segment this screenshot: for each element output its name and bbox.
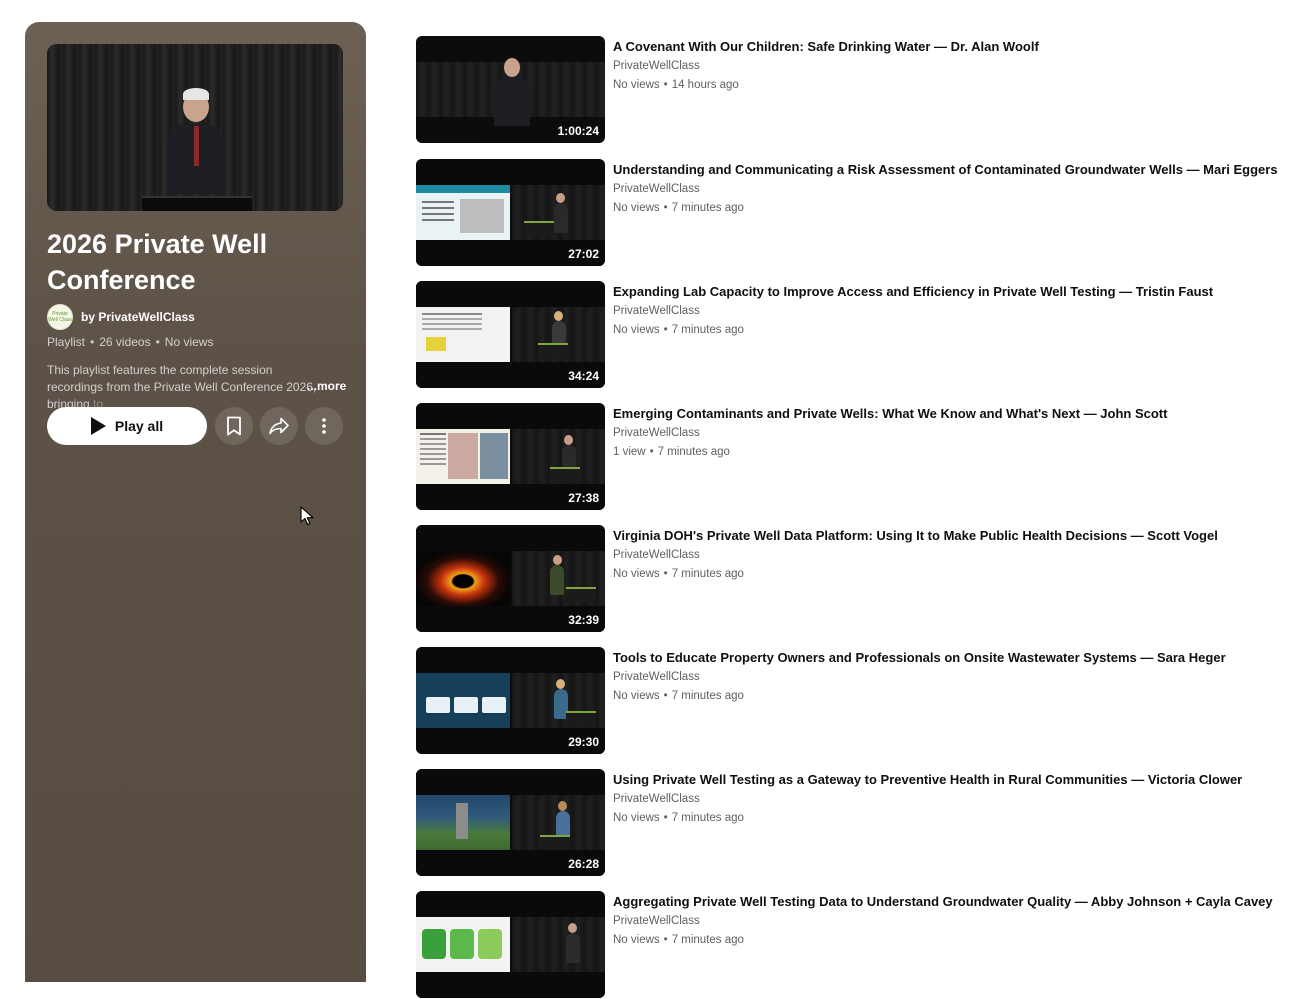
video-title[interactable]: Tools to Educate Property Owners and Pro…: [613, 650, 1273, 666]
video-duration: 32:39: [568, 613, 599, 627]
video-channel[interactable]: PrivateWellClass: [613, 304, 1273, 318]
share-icon: [269, 417, 289, 435]
share-button[interactable]: [260, 407, 298, 445]
video-item[interactable]: 1:00:24 A Covenant With Our Children: Sa…: [416, 36, 1276, 144]
video-item[interactable]: 29:30 Tools to Educate Property Owners a…: [416, 647, 1276, 755]
video-meta: No views • 14 hours ago: [613, 79, 739, 91]
video-channel[interactable]: PrivateWellClass: [613, 914, 1273, 928]
play-icon: [90, 417, 106, 435]
video-meta: No views • 7 minutes ago: [613, 934, 744, 946]
video-channel[interactable]: PrivateWellClass: [613, 792, 1273, 806]
more-vertical-icon: [322, 418, 326, 434]
description-more-link[interactable]: ...more: [307, 379, 346, 393]
video-item[interactable]: 27:02 Understanding and Communicating a …: [416, 159, 1278, 267]
video-meta: No views • 7 minutes ago: [613, 812, 744, 824]
slide-image: [416, 185, 510, 248]
video-meta: No views • 7 minutes ago: [613, 690, 744, 702]
video-duration: 29:30: [568, 735, 599, 749]
video-info: Expanding Lab Capacity to Improve Access…: [613, 284, 1273, 337]
video-title[interactable]: Expanding Lab Capacity to Improve Access…: [613, 284, 1273, 300]
playlist-type: Playlist: [47, 335, 86, 349]
slide-image: [416, 917, 510, 972]
slide-image: [416, 307, 510, 362]
video-thumbnail[interactable]: 34:24: [416, 281, 605, 388]
bookmark-icon: [227, 416, 241, 436]
video-duration: 1:00:24: [557, 124, 599, 138]
slide-image: [416, 795, 510, 850]
video-item[interactable]: 27:38 Emerging Contaminants and Private …: [416, 403, 1276, 511]
video-info: A Covenant With Our Children: Safe Drink…: [613, 39, 1273, 92]
video-info: Understanding and Communicating a Risk A…: [613, 162, 1278, 215]
playlist-description[interactable]: This playlist features the complete sess…: [47, 362, 327, 413]
video-title[interactable]: Aggregating Private Well Testing Data to…: [613, 894, 1273, 910]
video-title[interactable]: Using Private Well Testing as a Gateway …: [613, 772, 1273, 788]
video-info: Virginia DOH's Private Well Data Platfor…: [613, 528, 1273, 581]
podium: [142, 196, 252, 211]
video-title[interactable]: Emerging Contaminants and Private Wells:…: [613, 406, 1273, 422]
video-title[interactable]: Understanding and Communicating a Risk A…: [613, 162, 1278, 178]
video-channel[interactable]: PrivateWellClass: [613, 548, 1273, 562]
video-item[interactable]: Aggregating Private Well Testing Data to…: [416, 891, 1276, 999]
video-title[interactable]: Virginia DOH's Private Well Data Platfor…: [613, 528, 1273, 544]
video-thumbnail[interactable]: 27:02: [416, 159, 605, 266]
speaker-figure: [494, 76, 530, 130]
play-all-button[interactable]: Play all: [47, 407, 207, 445]
video-duration: 27:38: [568, 491, 599, 505]
play-all-label: Play all: [114, 418, 164, 434]
video-channel[interactable]: PrivateWellClass: [613, 670, 1273, 684]
video-thumbnail[interactable]: 26:28: [416, 769, 605, 876]
speaker-hair: [183, 88, 209, 100]
video-duration: 34:24: [568, 369, 599, 383]
playlist-cover-thumbnail[interactable]: [47, 44, 343, 211]
video-item[interactable]: 32:39 Virginia DOH's Private Well Data P…: [416, 525, 1276, 633]
video-thumbnail[interactable]: [416, 891, 605, 998]
video-meta: No views • 7 minutes ago: [613, 568, 744, 580]
speaker-tie: [194, 126, 199, 166]
video-channel[interactable]: PrivateWellClass: [613, 182, 1273, 196]
save-playlist-button[interactable]: [215, 407, 253, 445]
video-thumbnail[interactable]: 29:30: [416, 647, 605, 754]
mouse-cursor-icon: [300, 506, 314, 526]
video-channel[interactable]: PrivateWellClass: [613, 59, 1273, 73]
playlist-meta: Playlist • 26 videos • No views: [47, 335, 214, 349]
video-info: Emerging Contaminants and Private Wells:…: [613, 406, 1273, 459]
slide-image: [416, 673, 510, 728]
video-title[interactable]: A Covenant With Our Children: Safe Drink…: [613, 39, 1273, 55]
video-meta: No views • 7 minutes ago: [613, 202, 744, 214]
video-thumbnail[interactable]: 32:39: [416, 525, 605, 632]
video-item[interactable]: 34:24 Expanding Lab Capacity to Improve …: [416, 281, 1276, 389]
playlist-video-count: 26 videos: [99, 335, 151, 349]
video-duration: 26:28: [568, 857, 599, 871]
slide-image: [416, 429, 510, 484]
video-thumbnail[interactable]: 1:00:24: [416, 36, 605, 143]
playlist-title: 2026 Private Well Conference: [47, 229, 268, 295]
playlist-header-panel: 2026 Private Well Conference Private Wel…: [25, 22, 366, 982]
playlist-owner[interactable]: Private Well Class by PrivateWellClass: [47, 304, 195, 330]
slide-image: [416, 551, 510, 606]
video-channel[interactable]: PrivateWellClass: [613, 426, 1273, 440]
video-meta: No views • 7 minutes ago: [613, 324, 744, 336]
video-info: Aggregating Private Well Testing Data to…: [613, 894, 1273, 947]
video-info: Using Private Well Testing as a Gateway …: [613, 772, 1273, 825]
video-thumbnail[interactable]: 27:38: [416, 403, 605, 510]
channel-avatar[interactable]: Private Well Class: [47, 304, 73, 330]
more-actions-button[interactable]: [305, 407, 343, 445]
video-duration: 27:02: [568, 247, 599, 261]
playlist-views: No views: [164, 335, 214, 349]
owner-name[interactable]: by PrivateWellClass: [81, 310, 195, 324]
podium: [478, 126, 548, 143]
video-meta: 1 view • 7 minutes ago: [613, 446, 730, 458]
speaker-head: [504, 58, 520, 77]
video-info: Tools to Educate Property Owners and Pro…: [613, 650, 1273, 703]
video-item[interactable]: 26:28 Using Private Well Testing as a Ga…: [416, 769, 1276, 877]
